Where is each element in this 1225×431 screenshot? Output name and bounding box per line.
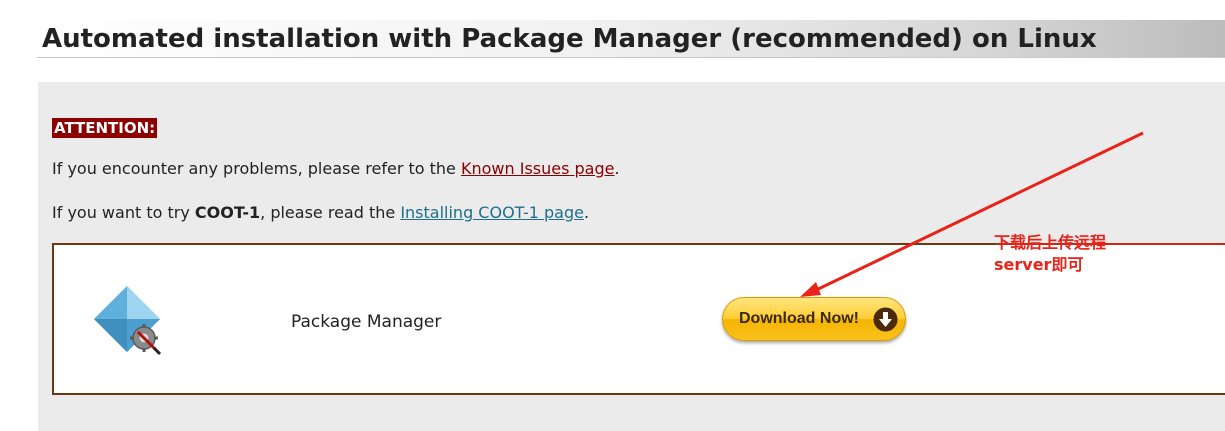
coot1-name: COOT-1 (194, 203, 261, 222)
notice-text: If you want to try (52, 203, 195, 222)
page: Automated installation with Package Mana… (0, 0, 1225, 431)
down-arrow-circle-icon (873, 307, 898, 332)
notice-text: If you encounter any problems, please re… (52, 159, 461, 178)
known-issues-link[interactable]: Known Issues page (461, 159, 615, 178)
annotation-note: 下载后上传远程 server即可 (994, 232, 1154, 276)
package-manager-icon (94, 286, 162, 356)
notice-text: , please read the (260, 203, 401, 222)
section-header: Automated installation with Package Mana… (37, 20, 1225, 58)
annotation-line-1: 下载后上传远程 (994, 233, 1107, 252)
notice-period: . (583, 203, 590, 222)
installing-coot1-link[interactable]: Installing COOT-1 page (400, 203, 584, 222)
known-issues-notice: If you encounter any problems, please re… (52, 159, 620, 178)
download-now-button[interactable]: Download Now! (722, 297, 906, 341)
coot1-notice: If you want to try COOT-1, please read t… (52, 203, 589, 222)
package-manager-label: Package Manager (291, 312, 442, 332)
annotation-line-2: server即可 (994, 255, 1084, 274)
download-button-label: Download Now! (739, 310, 859, 327)
page-title: Automated installation with Package Mana… (42, 24, 1097, 54)
attention-badge: ATTENTION: (52, 118, 158, 138)
notice-period: . (614, 159, 620, 178)
